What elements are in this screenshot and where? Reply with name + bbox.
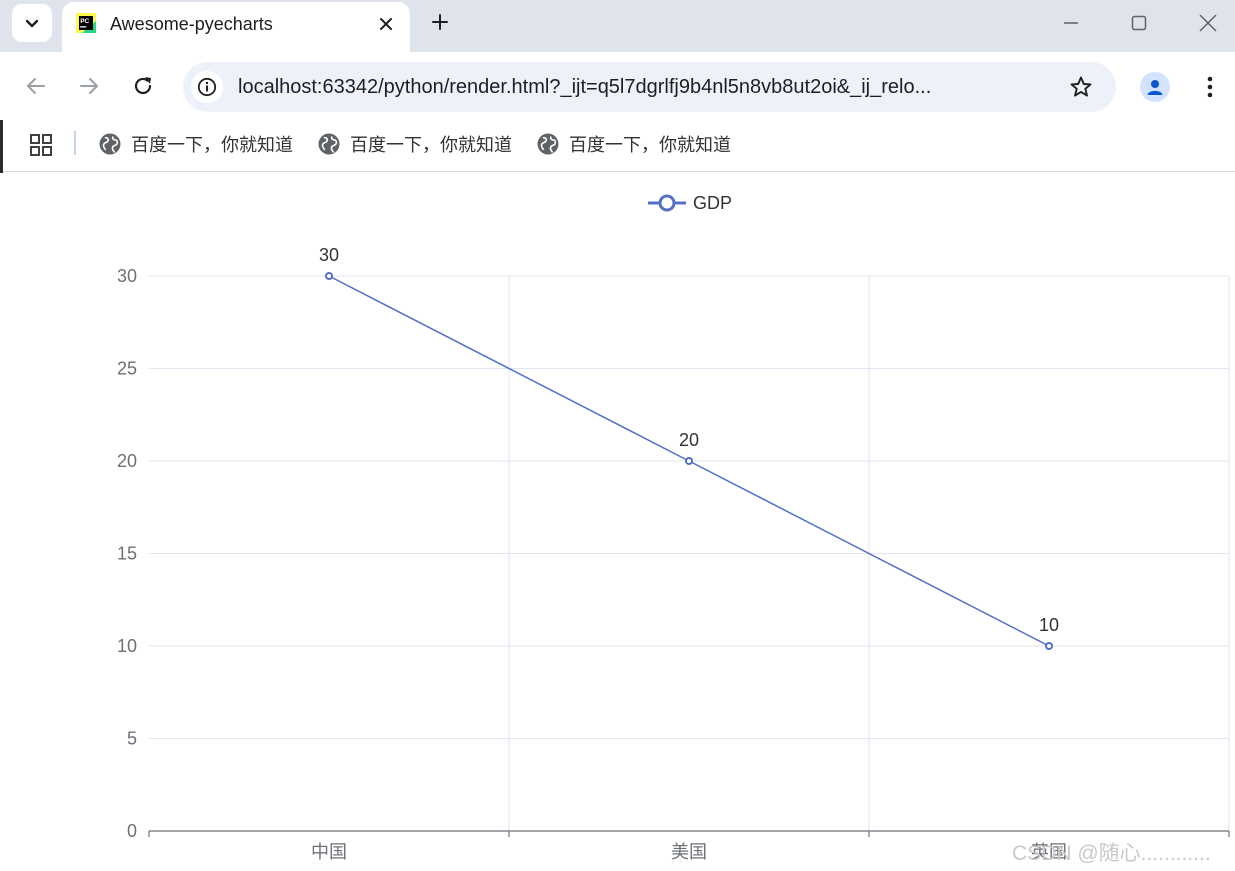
- svg-text:PC: PC: [80, 18, 89, 25]
- bookmark-item[interactable]: 百度一下，你就知道: [536, 130, 731, 158]
- bookmark-item[interactable]: 百度一下，你就知道: [317, 130, 512, 158]
- chevron-down-icon: [25, 19, 39, 28]
- chart-grid: [149, 275, 1230, 831]
- arrow-left-icon: [27, 78, 45, 94]
- legend-label: GDP: [693, 193, 732, 213]
- apps-grid-icon: [30, 134, 52, 156]
- bookmark-label: 百度一下，你就知道: [131, 135, 293, 155]
- person-icon: [1147, 80, 1163, 95]
- y-tick-label: 0: [127, 821, 137, 841]
- bookmark-star-button[interactable]: [1067, 73, 1095, 101]
- tab-close-button[interactable]: [374, 12, 398, 36]
- minimize-icon: [1064, 22, 1078, 24]
- profile-button[interactable]: [1140, 72, 1170, 102]
- close-icon: [380, 18, 392, 30]
- browser-toolbar: localhost:63342/python/render.html?_ijt=…: [0, 52, 1235, 120]
- reload-button[interactable]: [128, 71, 158, 101]
- arrow-right-icon: [80, 78, 98, 94]
- bookmark-label: 百度一下，你就知道: [350, 135, 512, 155]
- x-tick-label: 美国: [671, 842, 707, 862]
- globe-icon: [537, 133, 559, 155]
- watermark: CSDN @随心............: [1012, 842, 1211, 865]
- y-tick-label: 30: [117, 266, 137, 286]
- tab-search-button[interactable]: [12, 4, 52, 42]
- chart-legend[interactable]: GDP: [648, 193, 732, 213]
- y-tick-label: 5: [127, 729, 137, 749]
- minimize-button[interactable]: [1056, 8, 1086, 38]
- maximize-icon: [1131, 15, 1147, 31]
- globe-icon: [318, 133, 340, 155]
- tab-title: Awesome-pyecharts: [110, 14, 273, 34]
- browser-tab[interactable]: PC Awesome-pyecharts: [62, 2, 410, 52]
- apps-button[interactable]: [28, 132, 54, 158]
- close-icon: [1199, 14, 1217, 32]
- tab-strip: PC Awesome-pyecharts: [0, 0, 1235, 52]
- pycharm-icon: PC: [76, 13, 96, 33]
- y-tick-label: 15: [117, 544, 137, 564]
- info-icon: [197, 77, 217, 97]
- chart-axes: 051015202530中国 美国 英国: [117, 266, 1230, 862]
- bookmark-label: 百度一下，你就知道: [569, 135, 731, 155]
- data-label: 30: [319, 245, 339, 265]
- y-tick-label: 20: [117, 451, 137, 471]
- legend-circle-marker: [658, 194, 676, 212]
- site-info-button[interactable]: [191, 71, 223, 103]
- more-vertical-icon: [1207, 76, 1213, 98]
- data-label: 20: [679, 430, 699, 450]
- url-text[interactable]: localhost:63342/python/render.html?_ijt=…: [238, 76, 1046, 99]
- address-bar[interactable]: localhost:63342/python/render.html?_ijt=…: [183, 62, 1116, 112]
- x-tick-label: 中国: [311, 842, 347, 862]
- bookmark-item[interactable]: 百度一下，你就知道: [98, 130, 293, 158]
- page-content: GDP 0 5 10 15 20 25 30 中国 美国 英国 30 20 10 CSDN @随心..…: [0, 173, 1235, 871]
- window-close-button[interactable]: [1193, 8, 1223, 38]
- data-point: [325, 272, 333, 280]
- y-tick-label: 25: [117, 359, 137, 379]
- star-icon: [1070, 76, 1092, 97]
- line-chart: GDP 051015202530中国 美国 英国 302010: [117, 193, 1230, 862]
- y-tick-label: 10: [117, 636, 137, 656]
- data-point: [1045, 642, 1053, 650]
- data-point: [685, 457, 693, 465]
- bookmarks-separator: [74, 131, 76, 155]
- new-tab-button[interactable]: [426, 8, 454, 36]
- reload-icon: [134, 77, 152, 95]
- back-button[interactable]: [21, 71, 51, 101]
- chart-series: 30 20 10: [319, 245, 1059, 650]
- plus-icon: [432, 14, 448, 30]
- bookmarks-bar: 百度一下，你就知道 百度一下，你就知道 百度一下，你就知道: [0, 120, 1235, 172]
- data-label: 10: [1039, 615, 1059, 635]
- globe-icon: [99, 133, 121, 155]
- maximize-button[interactable]: [1124, 8, 1154, 38]
- forward-button[interactable]: [74, 71, 104, 101]
- browser-menu-button[interactable]: [1196, 72, 1224, 102]
